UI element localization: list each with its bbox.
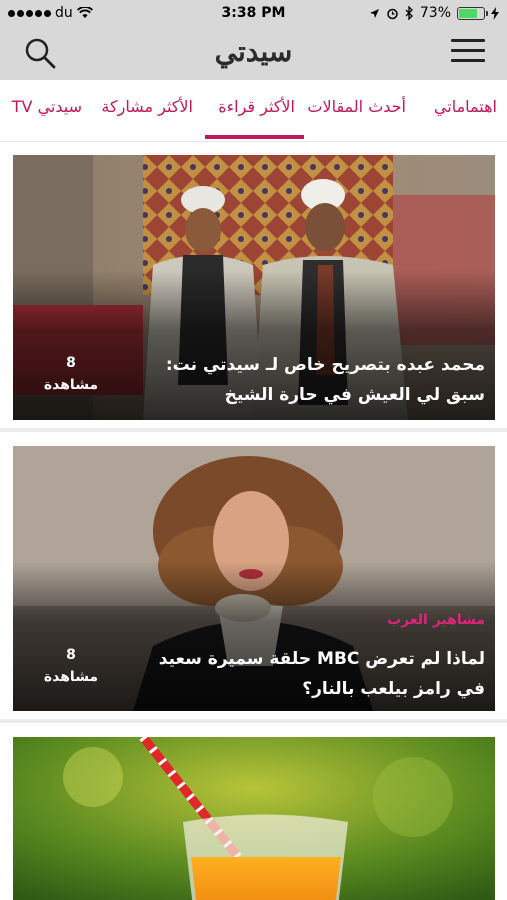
article-image: [13, 737, 495, 900]
battery-icon: [457, 6, 488, 20]
tab-my-interests[interactable]: اهتماماتي: [434, 97, 497, 116]
location-arrow-icon: [369, 8, 379, 18]
battery-percent: 73%: [419, 5, 451, 21]
article-title[interactable]: محمد عبده بتصريح خاص لـ سيدتي نت: سبق لي…: [125, 350, 485, 410]
status-right-group: 73%: [369, 5, 499, 21]
views-label: مشاهدة: [43, 669, 99, 685]
active-tab-indicator: [205, 135, 304, 139]
views-label: مشاهدة: [43, 377, 99, 393]
article-card[interactable]: محمد عبده بتصريح خاص لـ سيدتي نت: سبق لي…: [13, 155, 495, 420]
views-counter: 8 مشاهدة: [41, 352, 101, 396]
article-card[interactable]: [13, 737, 495, 900]
app-logo[interactable]: سيدتي: [0, 35, 507, 68]
alarm-icon: [387, 8, 398, 19]
card-divider: [0, 428, 507, 432]
battery-level-fill: [459, 8, 477, 18]
tab-most-shared[interactable]: الأكثر مشاركة: [101, 97, 193, 116]
app-header: سيدتي: [0, 26, 507, 80]
article-card[interactable]: مشاهير العرب لماذا لم تعرض MBC حلقة سمير…: [13, 446, 495, 711]
hamburger-menu-icon: [451, 39, 485, 42]
views-count: 8: [66, 355, 76, 371]
tab-sayidaty-tv[interactable]: سيدتي TV: [12, 97, 82, 116]
tab-most-read[interactable]: الأكثر قراءة: [218, 97, 295, 116]
status-bar: du 3:38 PM 73%: [0, 0, 507, 26]
views-count: 8: [66, 647, 76, 663]
logo-text: سيدتي: [214, 35, 294, 68]
article-title[interactable]: لماذا لم تعرض MBC حلقة سميرة سعيد في رام…: [125, 644, 485, 704]
tab-latest-articles[interactable]: أحدث المقالات: [307, 97, 406, 116]
article-category[interactable]: مشاهير العرب: [387, 612, 485, 628]
card-divider: [0, 719, 507, 723]
bluetooth-icon: [405, 6, 413, 20]
charging-bolt-icon: [491, 6, 499, 20]
views-counter: 8 مشاهدة: [41, 644, 101, 688]
menu-button[interactable]: [451, 39, 485, 67]
category-tabs: اهتماماتي أحدث المقالات الأكثر قراءة الأ…: [0, 80, 507, 142]
